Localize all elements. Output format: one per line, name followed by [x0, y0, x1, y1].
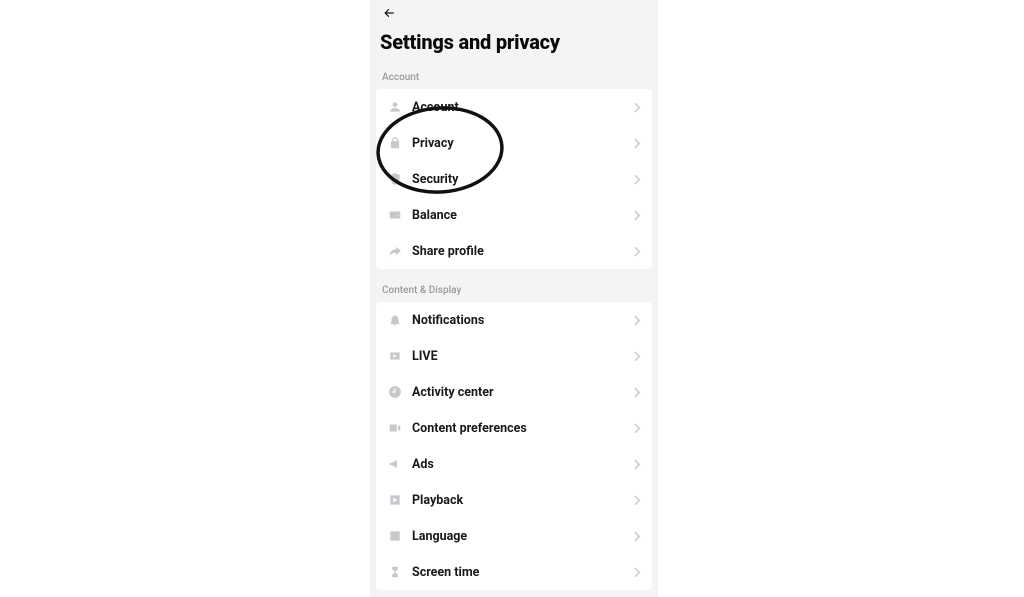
row-balance[interactable]: Balance	[376, 197, 652, 233]
row-security[interactable]: Security	[376, 161, 652, 197]
wallet-icon	[384, 204, 406, 226]
row-label: Security	[406, 172, 630, 187]
row-label: LIVE	[406, 349, 630, 364]
language-icon	[384, 525, 406, 547]
row-privacy[interactable]: Privacy	[376, 125, 652, 161]
share-icon	[384, 240, 406, 262]
row-live[interactable]: LIVE	[376, 338, 652, 374]
section-card-account: Account Privacy Security	[376, 89, 652, 269]
chevron-right-icon	[630, 315, 644, 326]
chevron-right-icon	[630, 351, 644, 362]
hourglass-icon	[384, 561, 406, 583]
person-icon	[384, 96, 406, 118]
clock-icon	[384, 381, 406, 403]
row-label: Ads	[406, 457, 630, 472]
chevron-right-icon	[630, 102, 644, 113]
arrow-left-icon	[380, 6, 398, 20]
bell-icon	[384, 309, 406, 331]
chevron-right-icon	[630, 423, 644, 434]
chevron-right-icon	[630, 459, 644, 470]
header	[370, 0, 658, 22]
row-screen-time[interactable]: Screen time	[376, 554, 652, 590]
play-icon	[384, 489, 406, 511]
row-account[interactable]: Account	[376, 89, 652, 125]
row-ads[interactable]: Ads	[376, 446, 652, 482]
row-label: Playback	[406, 493, 630, 508]
chevron-right-icon	[630, 531, 644, 542]
live-icon	[384, 345, 406, 367]
row-label: Share profile	[406, 244, 630, 259]
row-content-preferences[interactable]: Content preferences	[376, 410, 652, 446]
chevron-right-icon	[630, 246, 644, 257]
video-icon	[384, 417, 406, 439]
settings-screen: Settings and privacy Account Account Pri…	[370, 0, 658, 597]
chevron-right-icon	[630, 567, 644, 578]
row-language[interactable]: Language	[376, 518, 652, 554]
row-label: Activity center	[406, 385, 630, 400]
row-playback[interactable]: Playback	[376, 482, 652, 518]
row-label: Privacy	[406, 136, 630, 151]
row-label: Language	[406, 529, 630, 544]
chevron-right-icon	[630, 174, 644, 185]
chevron-right-icon	[630, 387, 644, 398]
back-button[interactable]	[380, 4, 404, 22]
row-label: Balance	[406, 208, 630, 223]
lock-icon	[384, 132, 406, 154]
app-stage: Settings and privacy Account Account Pri…	[0, 0, 1024, 597]
chevron-right-icon	[630, 138, 644, 149]
section-card-content-display: Notifications LIVE Activity center	[376, 302, 652, 590]
row-label: Screen time	[406, 565, 630, 580]
chevron-right-icon	[630, 495, 644, 506]
row-label: Content preferences	[406, 421, 630, 436]
section-label-account: Account	[370, 66, 658, 87]
row-label: Account	[406, 100, 630, 115]
row-notifications[interactable]: Notifications	[376, 302, 652, 338]
section-label-content-display: Content & Display	[370, 279, 658, 300]
shield-icon	[384, 168, 406, 190]
chevron-right-icon	[630, 210, 644, 221]
row-share-profile[interactable]: Share profile	[376, 233, 652, 269]
row-label: Notifications	[406, 313, 630, 328]
page-title: Settings and privacy	[370, 22, 658, 66]
megaphone-icon	[384, 453, 406, 475]
row-activity-center[interactable]: Activity center	[376, 374, 652, 410]
